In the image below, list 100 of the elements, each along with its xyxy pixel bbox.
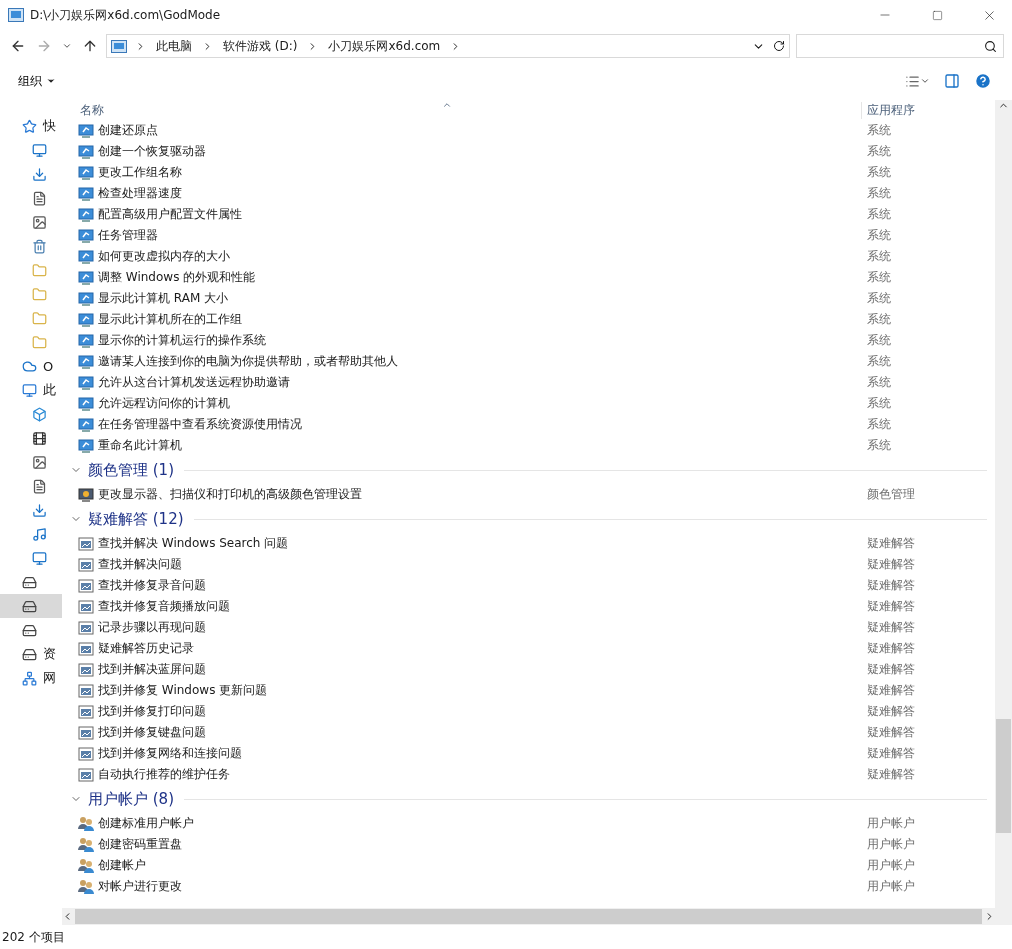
drive-icon [22,646,37,662]
table-cell-text: 用户帐户 [866,815,916,832]
computer-icon [78,417,94,432]
table-cell-text: 疑难解答 [866,661,916,678]
picture-icon [32,454,47,470]
item-name[interactable]: 找到并修复 Windows 更新问题 [98,682,268,699]
item-name[interactable]: 查找并修复音频播放问题 [98,598,230,615]
table-cell-text: 用户帐户 [866,836,916,853]
item-name[interactable]: 允许远程访问你的计算机 [98,395,230,412]
item-name[interactable]: 调整 Windows 的外观和性能 [98,269,256,286]
search-field[interactable] [796,34,1004,58]
table-cell-text: 用户帐户 [866,857,916,874]
address-field[interactable]: 此电脑 软件游戏 (D:) 小刀娱乐网x6d.com [106,34,790,58]
item-name[interactable]: 更改显示器、扫描仪和打印机的高级颜色管理设置 [98,486,362,503]
item-name[interactable]: 允许从这台计算机发送远程协助邀请 [98,374,290,391]
item-name[interactable]: 显示此计算机所在的工作组 [98,311,242,328]
item-name[interactable]: 自动执行推荐的维护任务 [98,766,230,783]
chevron-down-icon [62,41,72,51]
item-name[interactable]: 疑难解答历史记录 [98,640,194,657]
users-icon [78,837,94,852]
computer-icon [78,438,94,453]
computer-icon [78,228,94,243]
nav-item[interactable]: 快 [0,114,62,138]
table-cell-text: 系统 [866,185,892,202]
item-name[interactable]: 找到并解决蓝屏问题 [98,661,206,678]
table-cell-text: 系统 [866,122,892,139]
film-icon [32,430,47,446]
nav-item[interactable]: 资 [0,642,62,666]
item-name[interactable]: 创建帐户 [98,857,146,874]
item-name[interactable]: 创建一个恢复驱动器 [98,143,206,160]
cloud-icon [22,358,37,374]
refresh-icon[interactable] [773,40,785,52]
item-count: 202 个项目 [2,928,65,946]
document-icon [32,190,47,206]
nav-item[interactable] [0,594,62,618]
monitor-icon [78,487,94,502]
group-title[interactable]: 颜色管理 (1) [88,460,174,480]
item-name[interactable]: 配置高级用户配置文件属性 [98,206,242,223]
caret-icon [920,76,930,86]
item-name[interactable]: 找到并修复网络和连接问题 [98,745,242,762]
scrollbar-thumb[interactable] [996,719,1011,833]
item-name[interactable]: 在任务管理器中查看系统资源使用情况 [98,416,302,433]
item-name[interactable]: 查找并修复录音问题 [98,577,206,594]
item-name[interactable]: 对帐户进行更改 [98,878,182,895]
computer-icon [78,375,94,390]
folder-icon [32,334,47,350]
computer-icon [78,144,94,159]
item-name[interactable]: 创建还原点 [98,122,158,139]
monitor-icon [32,142,47,158]
computer-icon [78,291,94,306]
computer-icon [78,165,94,180]
document-icon [32,478,47,494]
table-cell-text: 系统 [866,374,892,391]
download-icon [32,166,47,182]
item-name[interactable]: 创建密码重置盘 [98,836,182,853]
breadcrumb[interactable]: 小刀娱乐网x6d.com [326,37,443,55]
breadcrumb[interactable]: 此电脑 [154,37,194,55]
computer-icon [78,312,94,327]
caret-icon [46,76,56,86]
table-cell-text: 系统 [866,353,892,370]
item-name[interactable]: 显示此计算机 RAM 大小 [98,290,229,307]
maximize-icon [931,9,943,21]
star-icon [22,118,37,134]
item-name[interactable]: 更改工作组名称 [98,164,182,181]
window-icon [78,767,94,782]
organize-button[interactable]: 组织 [18,72,56,90]
item-name[interactable]: 创建标准用户帐户 [98,815,194,832]
nav-item[interactable]: 此 [0,378,62,402]
window-icon [78,662,94,677]
nav-item[interactable]: 网 [0,666,62,690]
group-title[interactable]: 疑难解答 (12) [88,509,184,529]
nav-item[interactable]: O [0,354,62,378]
item-name[interactable]: 检查处理器速度 [98,185,182,202]
table-cell-text: 系统 [866,395,892,412]
table-cell-text: 疑难解答 [866,703,916,720]
item-name[interactable]: 任务管理器 [98,227,158,244]
group-title[interactable]: 用户帐户 (8) [88,789,174,809]
table-cell-text: 疑难解答 [866,766,916,783]
item-name[interactable]: 显示你的计算机运行的操作系统 [98,332,266,349]
item-name[interactable]: 查找并解决问题 [98,556,182,573]
vertical-scrollbar[interactable] [995,100,1012,925]
item-name[interactable]: 如何更改虚拟内存的大小 [98,248,230,265]
breadcrumb[interactable]: 软件游戏 (D:) [221,37,300,55]
music-icon [32,526,47,542]
item-name[interactable]: 邀请某人连接到你的电脑为你提供帮助，或者帮助其他人 [98,353,398,370]
preview-pane-button[interactable] [942,71,962,91]
item-name[interactable]: 查找并解决 Windows Search 问题 [98,535,289,552]
table-cell-text: 系统 [866,332,892,349]
window-title: D:\小刀娱乐网x6d.com\GodMode [30,6,222,24]
table-cell-text: 系统 [866,143,892,160]
folder-window-icon [8,8,24,22]
item-name[interactable]: 找到并修复键盘问题 [98,724,206,741]
table-cell-text: 疑难解答 [866,745,916,762]
table-cell-text: 疑难解答 [866,577,916,594]
picture-icon [32,214,47,230]
column-header[interactable]: 名称 [62,101,861,119]
table-cell-text: 系统 [866,437,892,454]
item-name[interactable]: 重命名此计算机 [98,437,182,454]
item-name[interactable]: 记录步骤以再现问题 [98,619,206,636]
item-name[interactable]: 找到并修复打印问题 [98,703,206,720]
